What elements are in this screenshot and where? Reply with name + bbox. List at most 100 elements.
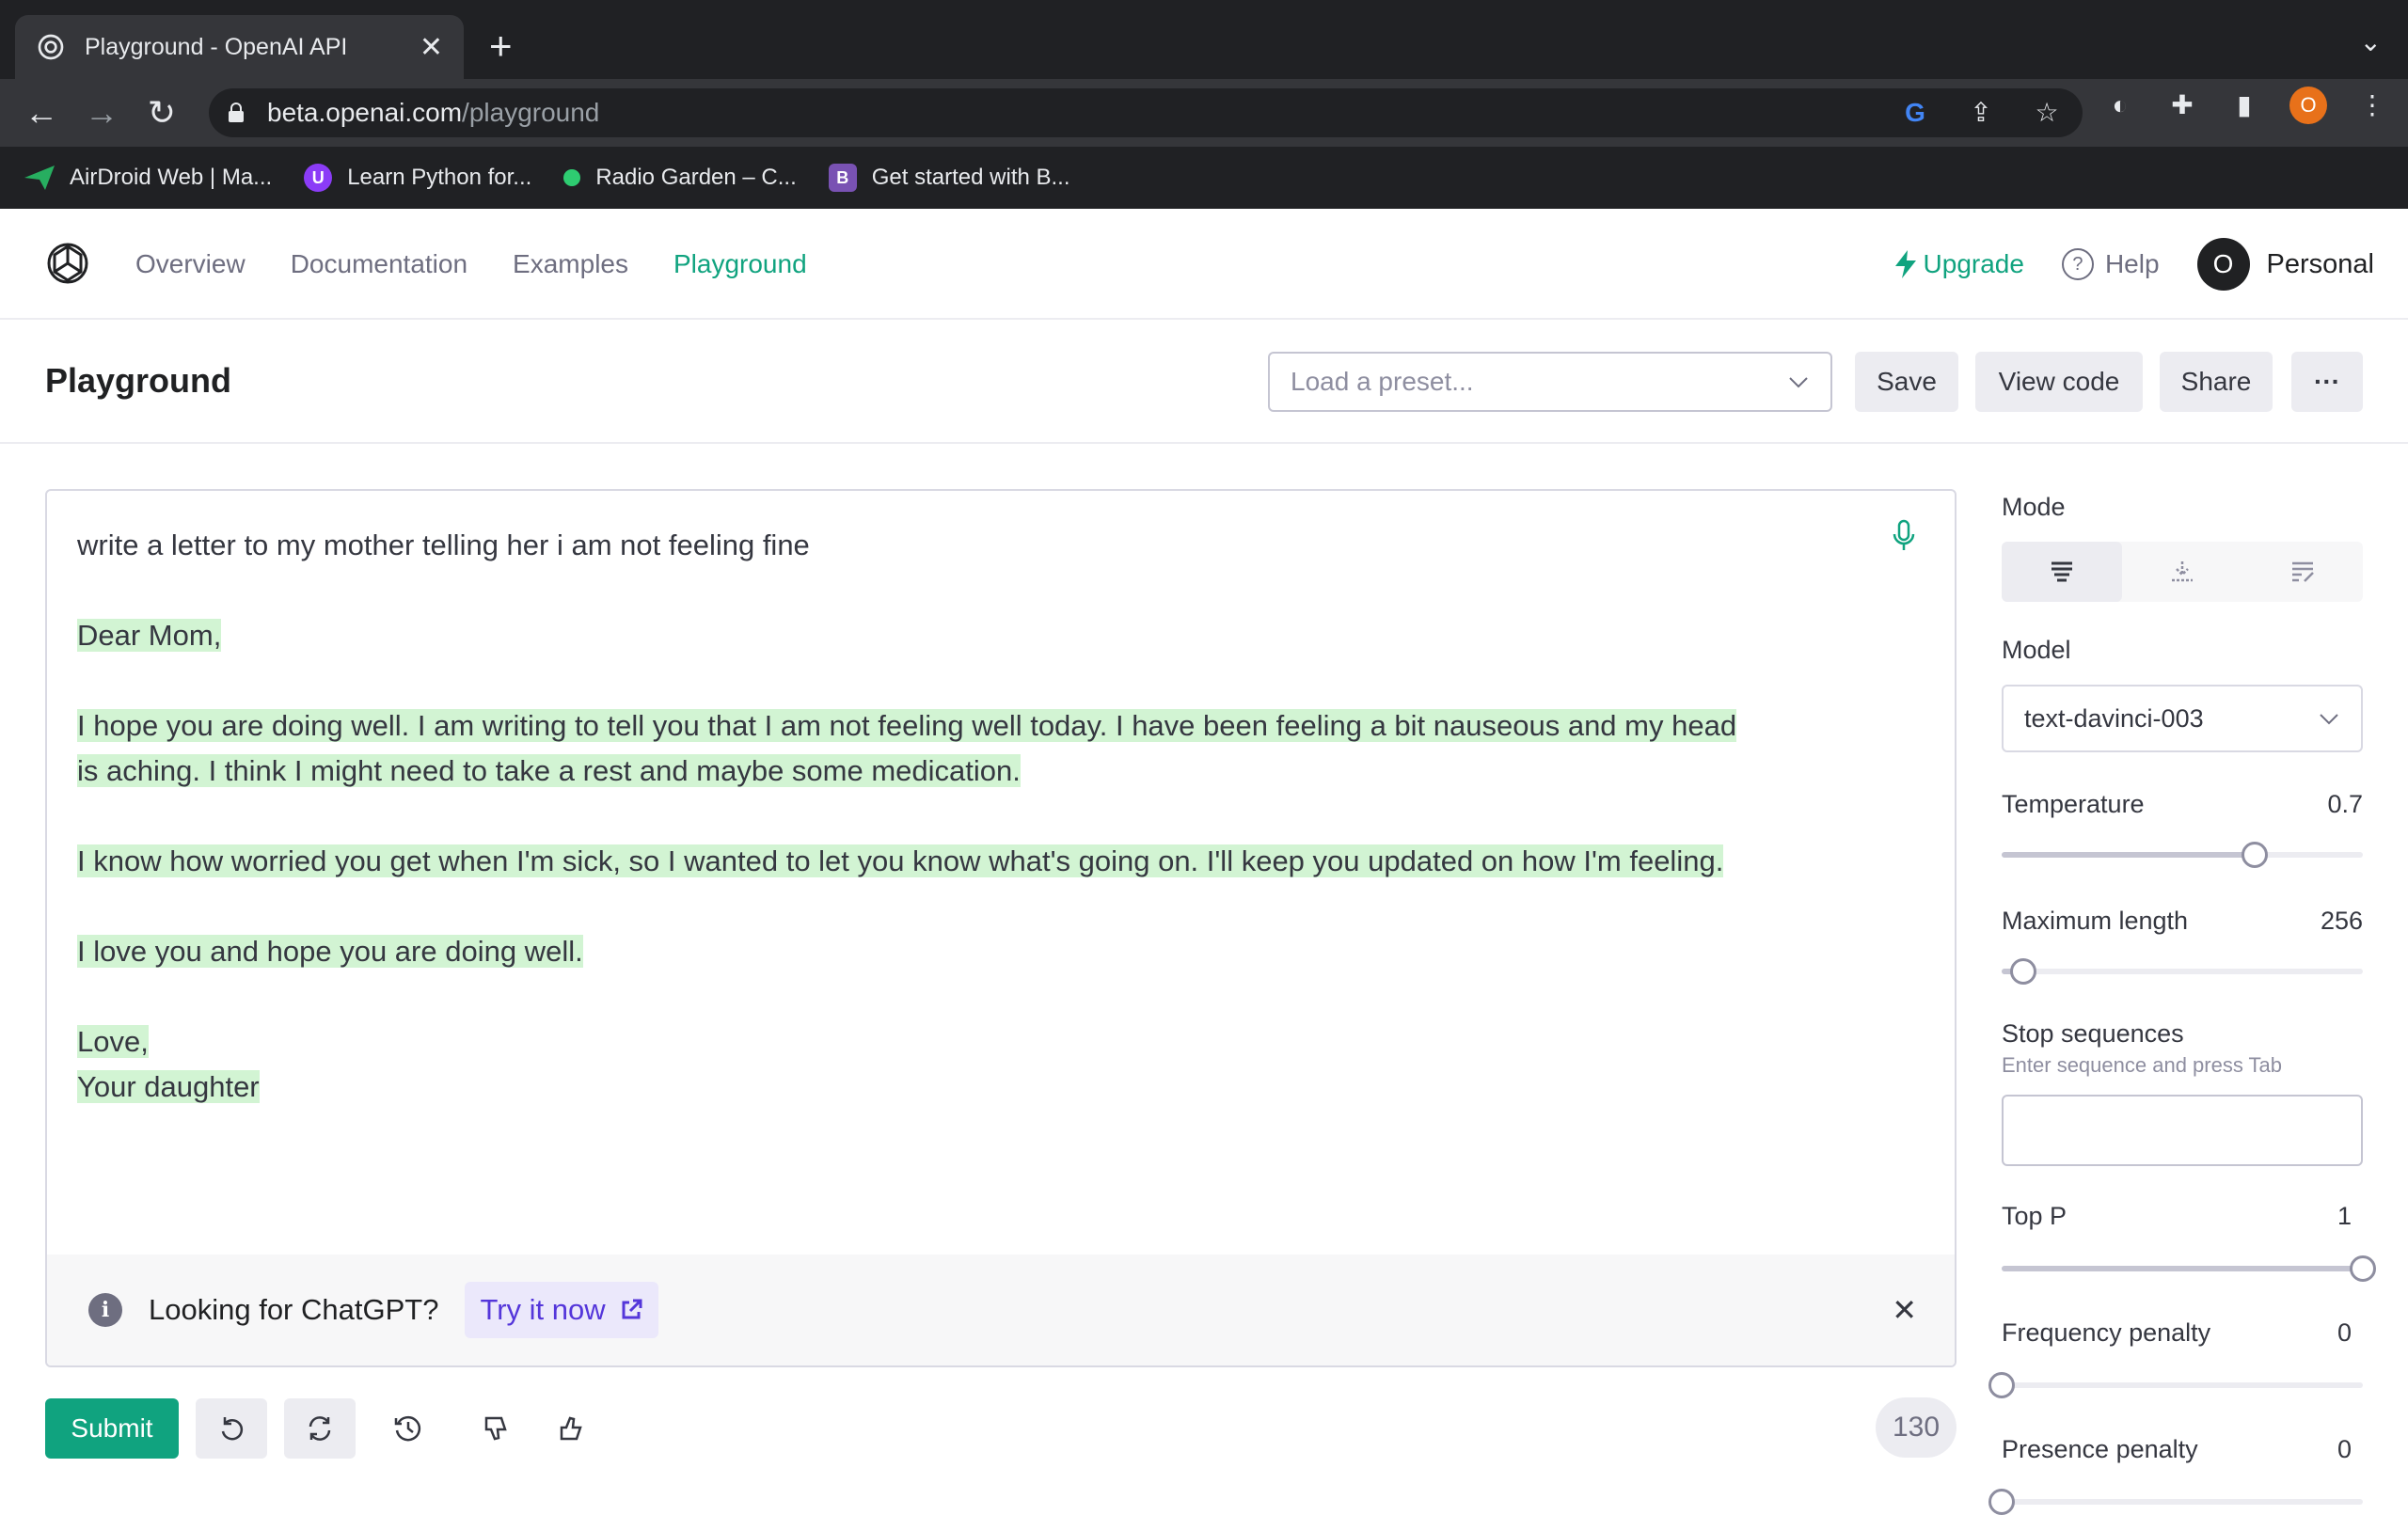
history-button[interactable] [372,1398,444,1459]
prompt-text: write a letter to my mother telling her … [77,529,810,561]
slider-fill [2002,852,2255,858]
prompt-editor[interactable]: write a letter to my mother telling her … [45,489,1956,1367]
bookmark-label: AirDroid Web | Ma... [70,165,273,190]
stop-sequences-label: Stop sequences [2002,1019,2184,1048]
bookmark-label: Radio Garden – C... [595,165,797,190]
url-domain: beta.openai.com [267,98,463,127]
model-select[interactable]: text-davinci-003 [2002,685,2363,752]
frequency-penalty-label: Frequency penalty [2002,1318,2211,1347]
address-bar[interactable]: beta.openai.com/playground G ⇪ ☆ [209,88,2083,137]
extension-ghost-icon[interactable]: ◐ [2103,88,2137,122]
chatgpt-banner: i Looking for ChatGPT? Try it now ✕ [47,1255,1955,1365]
microphone-icon[interactable] [1891,519,1917,553]
bookmark-airdroid[interactable]: AirDroid Web | Ma... [24,165,272,191]
share-button[interactable]: Share [2160,352,2273,412]
help-label: Help [2104,249,2160,278]
bookmark-bootstrap[interactable]: B Get started with B... [828,164,1070,192]
thumbs-down-button[interactable] [461,1398,532,1459]
bookmark-star-icon[interactable]: ☆ [2030,96,2064,130]
slider-handle[interactable] [1988,1489,2015,1515]
tab-title: Playground - OpenAI API [85,33,348,60]
presence-penalty-slider[interactable] [1988,1489,2363,1515]
regenerate-icon [309,1416,331,1441]
presence-penalty-value[interactable]: 0 [2337,1435,2352,1464]
frequency-penalty-value[interactable]: 0 [2337,1318,2352,1348]
browser-chrome: Playground - OpenAI API ✕ + ⌄ ← → ↻ beta… [0,0,2408,209]
top-p-slider[interactable] [2002,1255,2376,1282]
preset-placeholder: Load a preset... [1291,367,1474,396]
top-p-label: Top P [2002,1202,2067,1230]
external-link-icon [622,1299,642,1319]
max-length-slider[interactable] [2002,958,2363,985]
completion-para1-line1: I hope you are doing well. I am writing … [77,709,1737,742]
thumbs-up-icon [560,1416,582,1441]
forward-icon[interactable]: → [79,90,124,135]
new-tab-icon[interactable]: + [489,23,513,70]
mode-label: Mode [2002,493,2066,521]
url-path: /playground [462,98,600,127]
slider-handle[interactable] [2350,1255,2376,1282]
thumbs-up-button[interactable] [536,1398,608,1459]
profile-avatar[interactable]: O [2289,87,2327,124]
save-button[interactable]: Save [1855,352,1958,412]
close-tab-icon[interactable]: ✕ [420,31,443,64]
temperature-value[interactable]: 0.7 [2327,790,2363,819]
submit-button[interactable]: Submit [45,1398,179,1459]
google-icon[interactable]: G [1898,96,1932,130]
undo-button[interactable] [196,1398,267,1459]
editor-text[interactable]: write a letter to my mother telling her … [77,523,1921,1155]
slider-fill [2002,1266,2363,1271]
back-icon[interactable]: ← [19,90,64,135]
side-panel-icon[interactable]: ▮ [2227,88,2261,122]
reload-icon[interactable]: ↻ [139,90,184,135]
frequency-penalty-slider[interactable] [1988,1372,2363,1398]
nav-playground[interactable]: Playground [673,249,807,279]
bookmark-radio-garden[interactable]: Radio Garden – C... [563,165,797,191]
help-link[interactable]: ? Help [2061,248,2160,280]
slider-handle[interactable] [2242,842,2268,868]
close-banner-icon[interactable]: ✕ [1892,1292,1917,1328]
nav-documentation[interactable]: Documentation [291,249,467,279]
browser-tab[interactable]: Playground - OpenAI API ✕ [15,15,464,79]
mode-edit[interactable] [2242,542,2363,602]
kebab-menu-icon[interactable]: ⋮ [2355,88,2389,122]
upgrade-link[interactable]: Upgrade [1894,249,2024,279]
stop-sequences-hint: Enter sequence and press Tab [2002,1053,2283,1077]
airdroid-icon [24,166,55,190]
puzzle-extensions-icon[interactable]: ✚ [2165,88,2199,122]
bookmark-learn-python[interactable]: U Learn Python for... [304,164,531,192]
top-p-value[interactable]: 1 [2337,1202,2352,1231]
preset-select[interactable]: Load a preset... [1268,352,1832,412]
mode-insert[interactable] [2122,542,2242,602]
try-it-now-link[interactable]: Try it now [465,1282,658,1338]
help-question-icon: ? [2061,248,2094,280]
nav-examples[interactable]: Examples [513,249,628,279]
mode-complete[interactable] [2002,542,2122,602]
thumbs-down-icon [484,1416,507,1441]
stop-sequences-input[interactable] [2002,1095,2363,1166]
openai-logo-icon[interactable] [45,241,90,286]
try-it-label: Try it now [480,1293,606,1326]
completion-para3: I love you and hope you are doing well. [77,935,583,968]
nav-overview[interactable]: Overview [135,249,246,279]
more-options-button[interactable]: ··· [2291,352,2363,412]
green-dot-icon [563,169,581,186]
account-menu[interactable]: O Personal [2196,238,2374,291]
presence-penalty-label: Presence penalty [2002,1435,2198,1463]
max-length-value[interactable]: 256 [2321,907,2363,936]
tab-search-chevron-icon[interactable]: ⌄ [2360,26,2382,57]
slider-handle[interactable] [1988,1372,2015,1398]
slider-handle[interactable] [2010,958,2036,985]
url-text: beta.openai.com/playground [267,98,599,128]
browser-toolbar: ← → ↻ beta.openai.com/playground G ⇪ ☆ [0,79,2408,147]
banner-text: Looking for ChatGPT? [149,1293,439,1326]
shield-u-icon: U [304,164,333,192]
page-title: Playground [45,361,232,400]
complete-mode-icon [2052,561,2072,582]
share-icon[interactable]: ⇪ [1964,96,1998,130]
completion-closing: Love, [77,1025,149,1058]
insert-mode-icon [2172,561,2193,582]
regenerate-button[interactable] [284,1398,356,1459]
temperature-slider[interactable] [2002,842,2363,868]
view-code-button[interactable]: View code [1975,352,2143,412]
